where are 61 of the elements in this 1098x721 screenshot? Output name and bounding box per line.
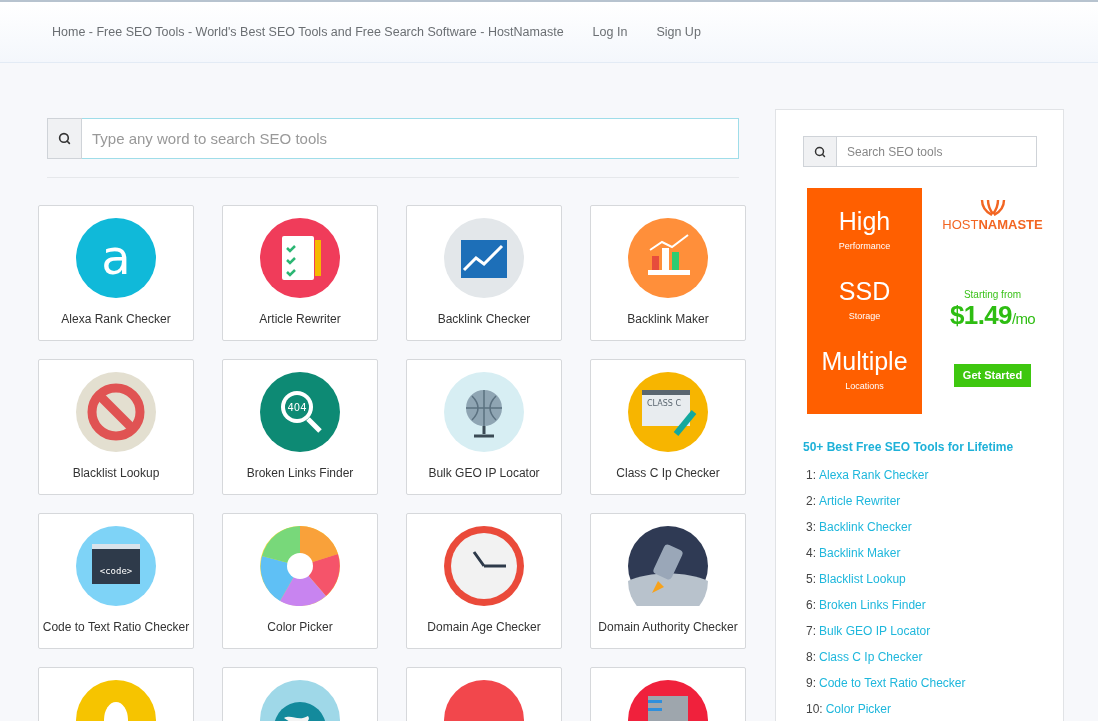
tool-name: Domain Age Checker <box>427 619 541 636</box>
list-number: 3: <box>806 519 816 535</box>
ad-feature-subtitle: Locations <box>845 379 884 393</box>
tool-name: Broken Links Finder <box>246 465 354 482</box>
browser-wrench-icon: CLASS C <box>628 372 708 452</box>
list-number: 1: <box>806 467 816 483</box>
checklist-icon <box>260 218 340 298</box>
tool-name: Blacklist Lookup <box>72 465 160 482</box>
list-number: 7: <box>806 623 816 639</box>
starting-text: Starting from <box>963 288 1022 302</box>
prohibited-icon <box>76 372 156 452</box>
ad-feature-title: SSD <box>838 278 891 304</box>
tool-card[interactable]: CLASS C Class C Ip Checker <box>590 359 746 495</box>
tool-card[interactable]: <code> Code to Text Ratio Checker <box>38 513 194 649</box>
brand-name: HOSTNAMASTE <box>942 218 1043 231</box>
nav-link[interactable]: Log In <box>592 22 628 42</box>
tool-card[interactable]: Domain Age Checker <box>406 513 562 649</box>
list-number: 8: <box>806 649 816 665</box>
list-number: 4: <box>806 545 816 561</box>
list-number: 6: <box>806 597 816 613</box>
tool-card[interactable]: Article Rewriter <box>222 205 378 341</box>
tool-card[interactable]: Color Picker <box>222 513 378 649</box>
tool-name: Backlink Maker <box>627 311 709 328</box>
tool-name: Code to Text Ratio Checker <box>42 619 190 636</box>
ad-feature-subtitle: Performance <box>838 239 891 253</box>
list-number: 10: <box>806 701 823 717</box>
price-text: $1.49/mo <box>950 302 1035 328</box>
tool-card[interactable]: Backlink Checker <box>406 205 562 341</box>
list-number: 2: <box>806 493 816 509</box>
list-number: 5: <box>806 571 816 587</box>
clock-icon <box>444 526 524 606</box>
tool-name: Color Picker <box>267 619 333 636</box>
tool-card[interactable]: Domain Authority Checker <box>590 513 746 649</box>
code-window-icon: <code> <box>76 526 156 606</box>
rocket-icon <box>628 526 708 606</box>
nav-link[interactable]: Sign Up <box>656 22 701 42</box>
ad-feature-title: High <box>838 208 891 234</box>
ad-feature-title: Multiple <box>821 348 908 374</box>
list-number: 9: <box>806 675 816 691</box>
tool-card[interactable]: Blacklist Lookup <box>38 359 194 495</box>
list-title: 50+ Best Free SEO Tools for Lifetime <box>803 439 1015 456</box>
line-chart-icon <box>444 218 524 298</box>
tool-card[interactable]: Bulk GEO IP Locator <box>406 359 562 495</box>
tool-card[interactable]: 404 Broken Links Finder <box>222 359 378 495</box>
tool-name: Alexa Rank Checker <box>61 311 171 328</box>
search-icon <box>814 145 826 158</box>
tool-name: Domain Authority Checker <box>598 619 738 636</box>
magnifier-icon: 404 <box>260 372 340 452</box>
tool-name: Class C Ip Checker <box>616 465 720 482</box>
nav-link[interactable]: Home - Free SEO Tools - World's Best SEO Tools and Free Search Software - HostNamaste <box>52 22 564 42</box>
tool-card[interactable]: a Alexa Rank Checker <box>38 205 194 341</box>
ad-feature-subtitle: Storage <box>848 309 881 323</box>
tool-card[interactable]: Backlink Maker <box>590 205 746 341</box>
bar-chart-icon <box>628 218 708 298</box>
color-wheel-icon <box>260 526 340 606</box>
search-icon <box>58 132 71 145</box>
tool-name: Bulk GEO IP Locator <box>428 465 540 482</box>
letter-logo-icon: a <box>76 218 156 298</box>
tool-name: Article Rewriter <box>259 311 341 328</box>
tool-name: Backlink Checker <box>437 311 531 328</box>
globe-icon <box>444 372 524 452</box>
